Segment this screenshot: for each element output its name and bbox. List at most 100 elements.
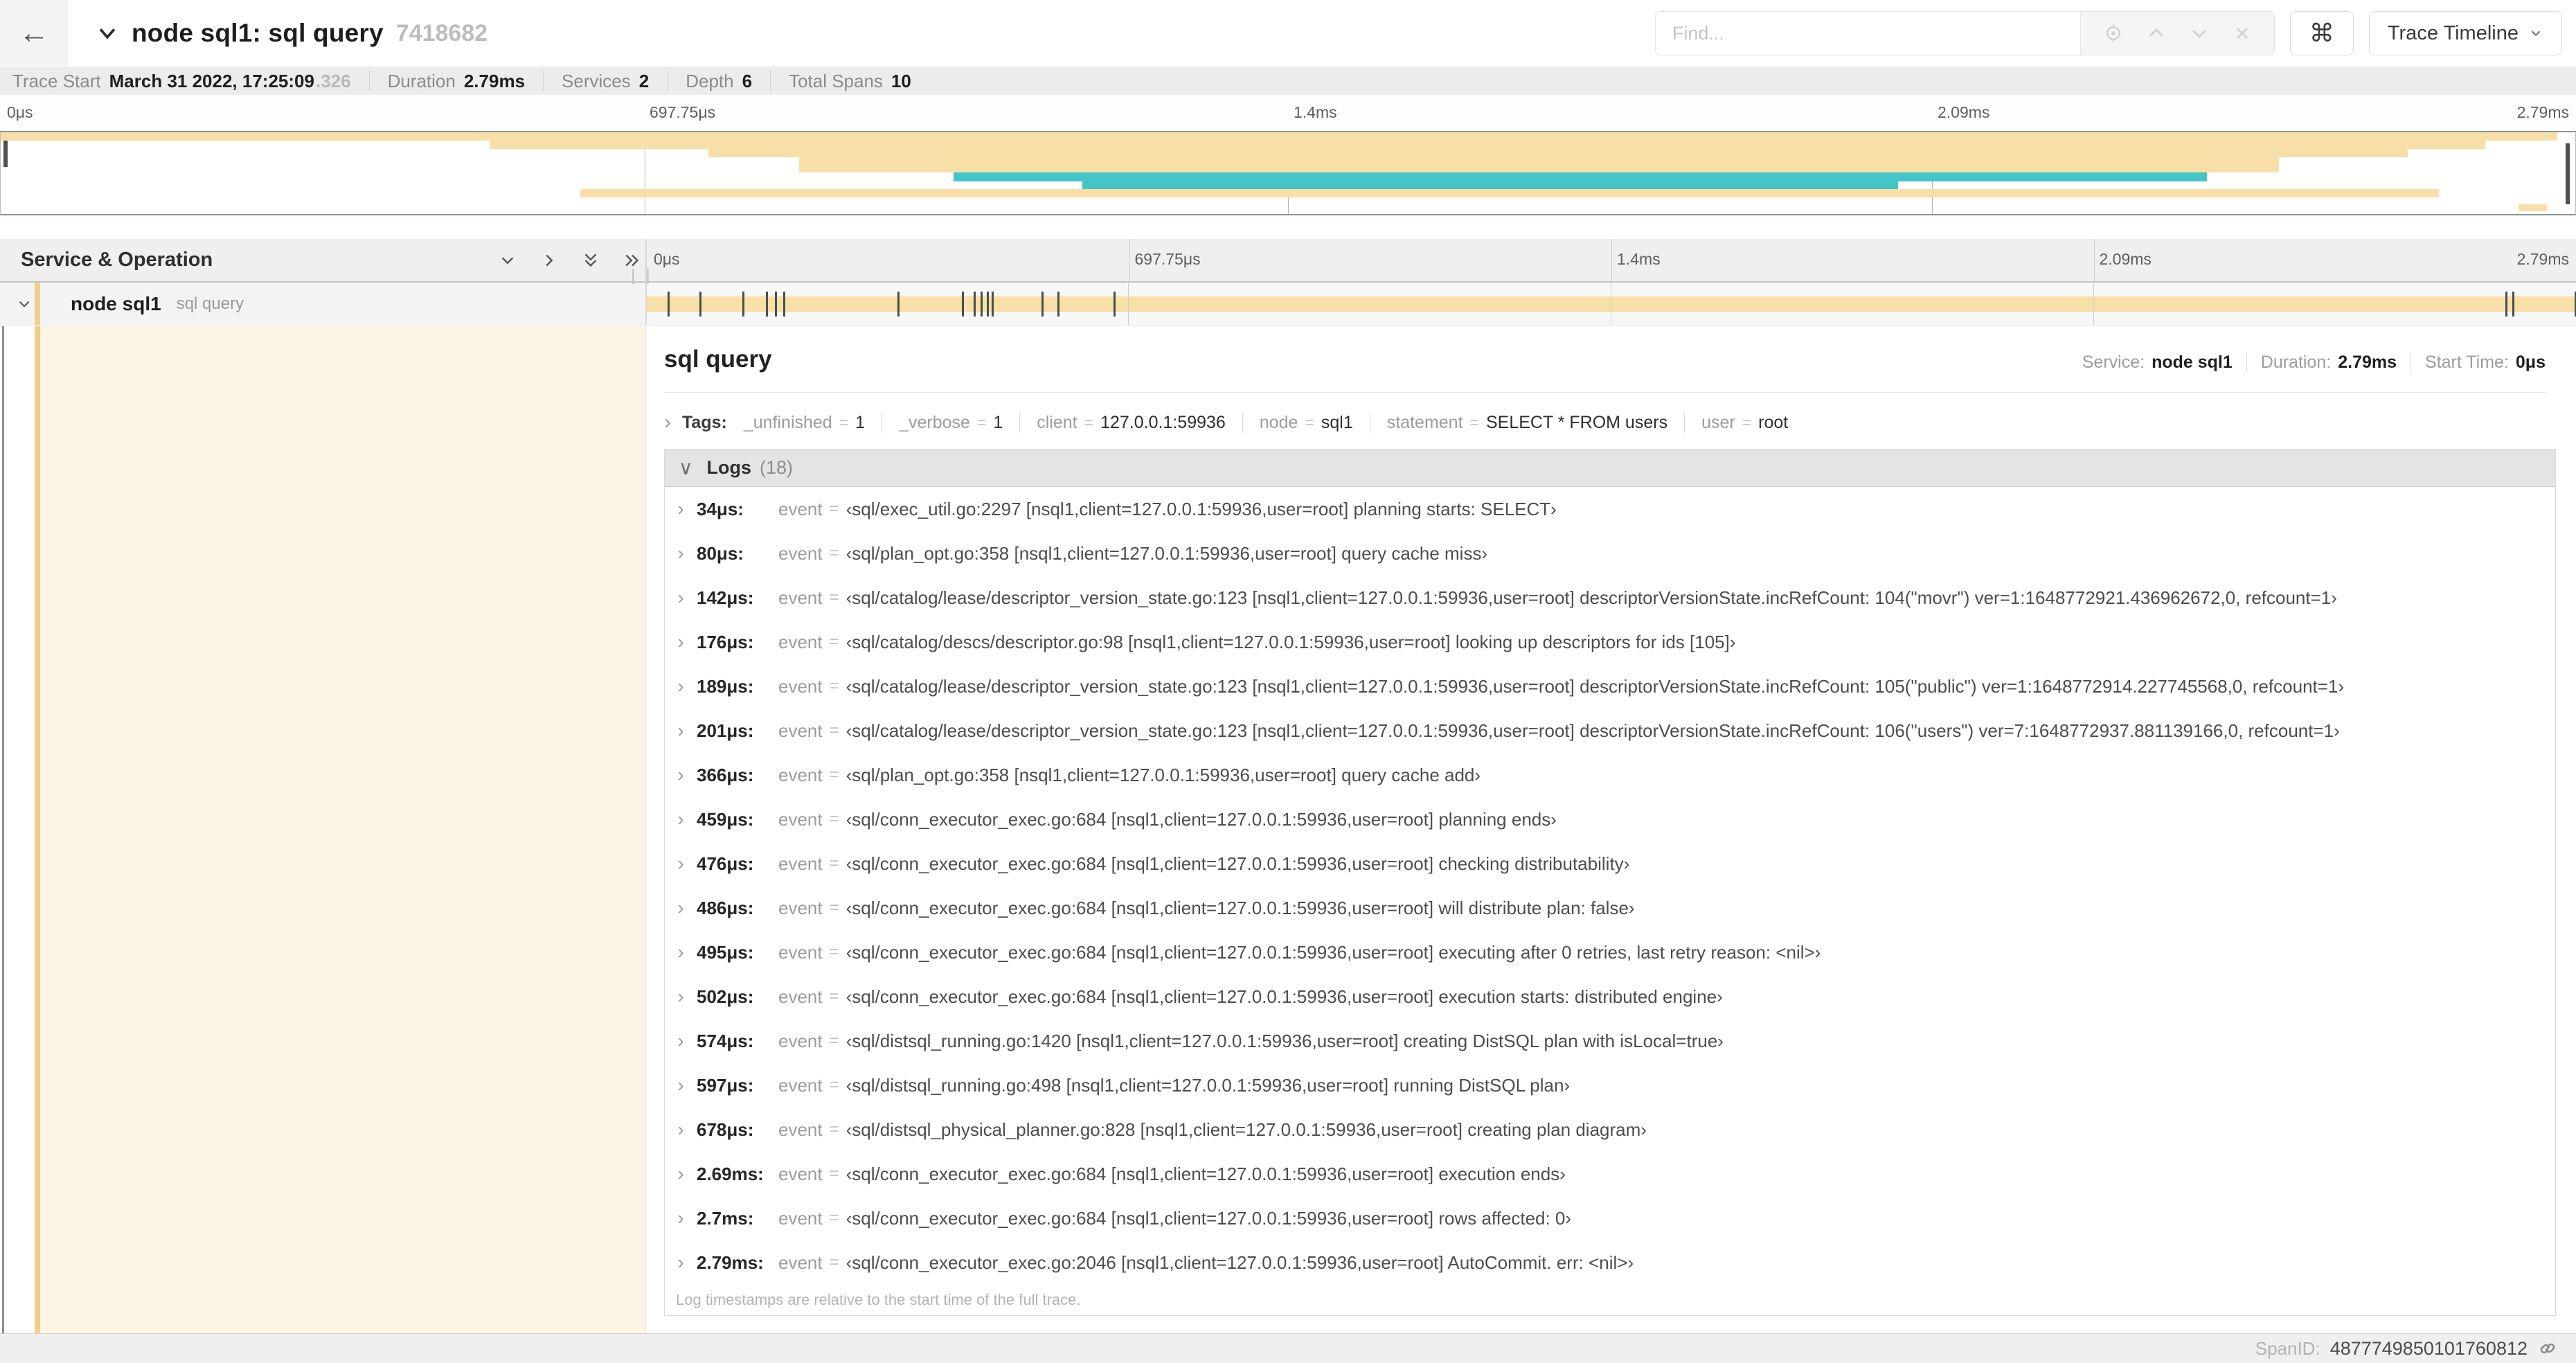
log-equals: = [829,499,839,518]
info-label: Duration [387,70,456,91]
minimap-axis-labels: 0μs 697.75μs 1.4ms 2.09ms 2.79ms [0,103,2576,127]
log-field-value: ‹sql/conn_executor_exec.go:684 [nsql1,cl… [846,1207,1572,1229]
info-value: 2.79ms [463,70,526,91]
tag-equals: = [1305,413,1314,431]
log-tick [667,292,670,317]
logs-accordion: ∨ Logs (18) › 34μs: event = ‹sql/exec_util.g… [664,449,2556,1316]
keyboard-shortcuts-button[interactable]: ⌘ [2289,11,2354,55]
logs-header[interactable]: ∨ Logs (18) [665,449,2555,487]
service-operation-title: Service & Operation [21,249,213,271]
tag-value: SELECT * FROM users [1485,412,1668,432]
expand-one-icon[interactable] [539,250,560,271]
row-chevron-down-icon[interactable] [15,295,33,313]
detail-meta-item: Duration: 2.79ms [2246,353,2410,373]
log-row[interactable]: › 80μs: event = ‹sql/plan_opt.go:358 [nsql1,… [665,531,2555,576]
log-field-key: event [778,853,823,874]
trace-view-selector[interactable]: Trace Timeline [2368,11,2562,55]
chevron-right-icon: › [677,1030,684,1051]
log-tick [2505,292,2508,317]
log-field-value: ‹sql/conn_executor_exec.go:684 [nsql1,cl… [846,897,1635,918]
tag-value: 1 [993,412,1003,432]
log-tick [1057,292,1059,317]
tags-label: Tags: [682,412,727,432]
span-id-footer: SpanID: 4877749850101760812 [0,1333,2576,1363]
log-row[interactable]: › 502μs: event = ‹sql/conn_executor_exec.go:… [665,974,2555,1019]
trace-id: 7418682 [395,19,488,46]
span-color-stripe [35,283,40,325]
detail-meta-item: Service: node sql1 [2068,353,2246,373]
log-field-value: ‹sql/plan_opt.go:358 [nsql1,client=127.0… [846,542,1488,564]
info-label: Depth [686,70,734,91]
collapse-controls [497,239,643,281]
log-timestamp: 502μs: [697,986,754,1007]
log-field-key: event [778,1207,823,1229]
locate-icon[interactable] [2103,23,2124,44]
log-row[interactable]: › 486μs: event = ‹sql/conn_executor_exec.go:… [665,886,2555,930]
log-tick [991,292,994,317]
log-row[interactable]: › 495μs: event = ‹sql/conn_executor_exec.go:… [665,930,2555,974]
log-row[interactable]: › 201μs: event = ‹sql/catalog/lease/descript… [665,709,2555,753]
collapse-all-icon[interactable] [580,250,601,271]
log-row[interactable]: › 597μs: event = ‹sql/distsql_running.go:498… [665,1063,2555,1107]
minimap-span-bar [953,172,2208,181]
log-row[interactable]: › 34μs: event = ‹sql/exec_util.go:2297 [nsql… [665,487,2555,531]
span-color-stripe [35,326,40,1333]
axis-tick-label: 697.75μs [1134,250,1201,268]
log-field-key: event [778,941,823,963]
column-resize-grip[interactable]: ❘❘ [627,267,656,285]
log-row[interactable]: › 574μs: event = ‹sql/distsql_running.go:142… [665,1019,2555,1063]
log-row[interactable]: › 2.79ms: event = ‹sql/conn_executor_exec.go… [665,1240,2555,1285]
span-operation-name[interactable]: sql query [177,294,244,314]
logs-count: (18) [760,457,794,478]
tag-item: _unfinished = 1 [733,413,882,433]
axis-tick-label: 1.4ms [1617,250,1661,268]
info-value-suffix: .326 [315,70,351,91]
log-row[interactable]: › 459μs: event = ‹sql/conn_executor_exec.go:… [665,797,2555,841]
log-row[interactable]: › 476μs: event = ‹sql/conn_executor_exec.go:… [665,841,2555,886]
log-tick [1041,292,1044,317]
log-row[interactable]: › 678μs: event = ‹sql/distsql_physical_plann… [665,1107,2555,1152]
back-button[interactable]: ← [0,0,68,66]
tag-equals: = [839,413,849,431]
info-label: Trace Start [12,70,101,91]
find-input[interactable] [1655,12,2080,55]
log-row[interactable]: › 2.7ms: event = ‹sql/conn_executor_exec.go:… [665,1196,2555,1240]
clear-find-icon[interactable] [2233,24,2252,43]
link-icon[interactable] [2537,1338,2558,1359]
log-field-key: event [778,631,823,652]
trace-view-label: Trace Timeline [2387,21,2519,44]
timeline-gridline [1128,283,1129,325]
axis-tick-label: 0μs [7,103,33,121]
tags-accordion[interactable]: › Tags: _unfinished = 1 _verbose = 1 client = 12… [664,404,1805,441]
tag-equals: = [1084,413,1094,431]
minimap-canvas[interactable] [0,131,2576,215]
log-field-key: event [778,1251,823,1273]
tag-item: user = root [1684,412,1805,433]
log-field-value: ‹sql/catalog/lease/descriptor_version_st… [846,587,2337,608]
log-tick [986,292,989,317]
log-row[interactable]: › 189μs: event = ‹sql/catalog/lease/descript… [665,664,2555,709]
viewport-right-handle[interactable] [2566,143,2570,204]
span-name-column[interactable]: node sql1 sql query [0,283,645,325]
tag-item: client = 127.0.0.1:59936 [1019,412,1242,433]
command-icon: ⌘ [2309,19,2334,47]
log-row[interactable]: › 142μs: event = ‹sql/catalog/lease/descript… [665,576,2555,620]
tag-equals: = [1469,413,1479,431]
find-icon-strip [2079,12,2274,55]
log-row[interactable]: › 176μs: event = ‹sql/catalog/descs/descript… [665,620,2555,664]
collapse-one-icon[interactable] [497,250,518,271]
span-service-name[interactable]: node sql1 [71,293,161,315]
log-row[interactable]: › 2.69ms: event = ‹sql/conn_executor_exec.go… [665,1152,2555,1196]
chevron-down-icon[interactable] [96,21,119,45]
log-field-value: ‹sql/conn_executor_exec.go:684 [nsql1,cl… [846,808,1557,830]
chevron-right-icon: › [677,1074,684,1096]
span-row[interactable]: node sql1 sql query [0,283,2576,326]
log-row[interactable]: › 366μs: event = ‹sql/plan_opt.go:358 [nsql1… [665,753,2555,797]
find-next-icon[interactable] [2189,23,2210,44]
log-timestamp: 142μs: [697,587,754,608]
jaeger-trace-page: ← node sql1: sql query 7418682 ⌘ Trace [0,0,2576,1363]
top-controls: ⌘ Trace Timeline [1654,11,2562,55]
find-prev-icon[interactable] [2146,23,2167,44]
detail-divider [664,392,2547,393]
service-operation-header: Service & Operation [0,239,645,281]
